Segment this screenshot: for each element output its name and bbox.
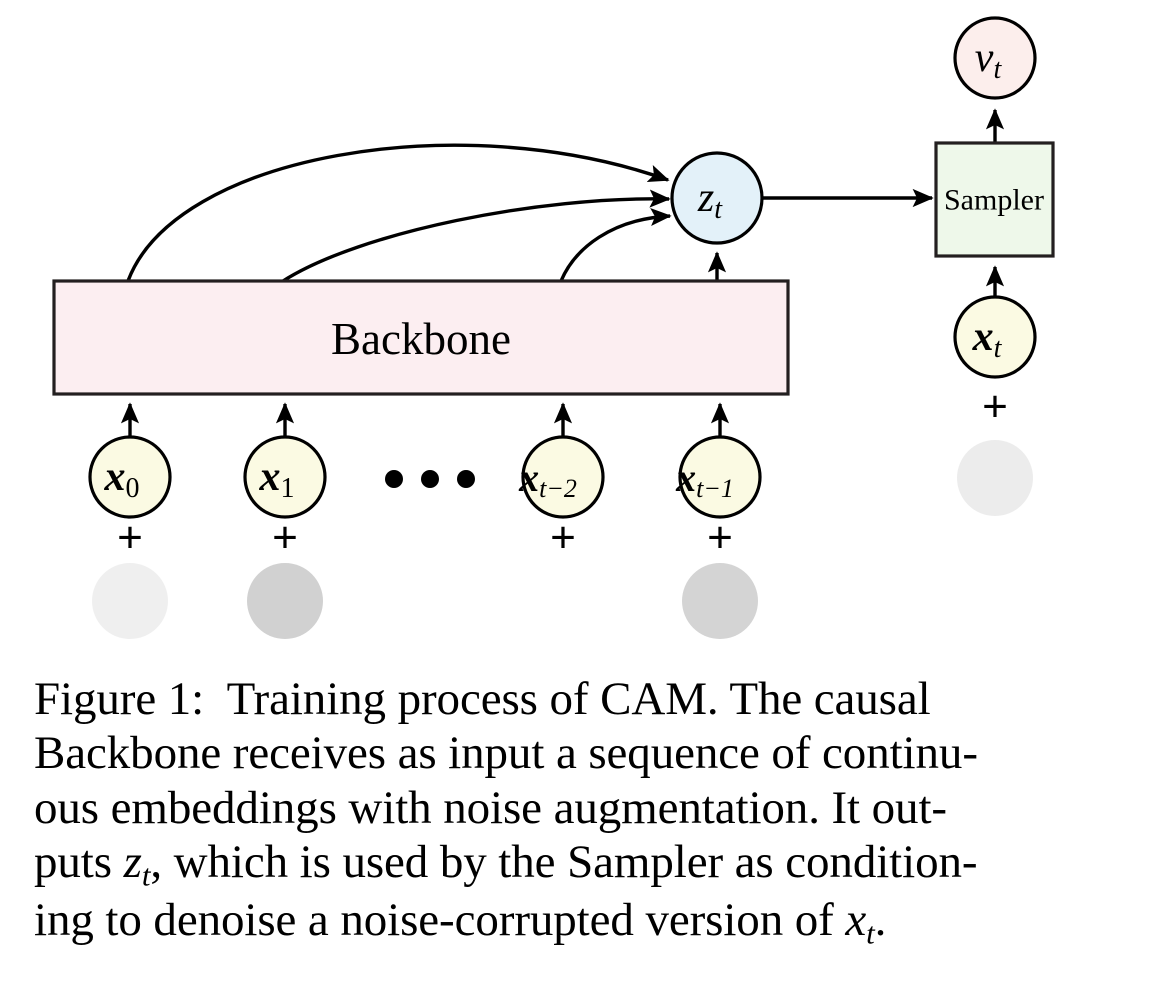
noise-blob-xt2	[525, 563, 601, 639]
plus-icon-x1: +	[272, 512, 298, 563]
sampler-label: Sampler	[944, 184, 1044, 217]
z-t-base: z	[697, 175, 714, 221]
node-sampler: Sampler	[934, 141, 1055, 258]
caption-line-3: ous embeddings with noise augmentation. …	[34, 781, 947, 834]
x-t-minus-2-base: x	[518, 455, 539, 500]
ellipsis-dot	[457, 470, 475, 488]
v-t-subscript: t	[993, 54, 1002, 85]
v-t-base: v	[975, 35, 994, 81]
x-0-base: x	[104, 454, 126, 500]
x-0-subscript: 0	[126, 473, 140, 504]
ellipsis-dot	[385, 470, 403, 488]
plus-icon-xt: +	[982, 381, 1008, 432]
plus-icon-xt2: +	[550, 512, 576, 563]
node-backbone: Backbone	[52, 279, 790, 396]
plus-icon-xt1: +	[707, 512, 733, 563]
caption-line-1: Figure 1: Training process of CAM. The c…	[34, 673, 931, 725]
node-z-t: zt	[670, 151, 764, 245]
node-x-0: x0	[88, 435, 172, 519]
noise-blob-xt	[957, 440, 1033, 516]
x-1-subscript: 1	[281, 473, 295, 504]
node-x-1: x1	[243, 435, 327, 519]
x-t-subscript: t	[994, 333, 1003, 364]
node-x-t-minus-1: xt−1	[675, 435, 762, 519]
edge-backbone-curve-2-to-zt	[282, 189, 671, 283]
node-x-t: xt	[953, 295, 1037, 379]
backbone-label: Backbone	[331, 314, 511, 364]
figure-1: Backbone Sampler vt zt xt x0 x1 xt−2 xt−…	[0, 0, 1176, 1008]
edge-backbone-curve-3-to-zt	[559, 207, 672, 282]
ellipsis-dot	[421, 470, 439, 488]
cam-training-diagram: Backbone Sampler vt zt xt x0 x1 xt−2 xt−…	[52, 16, 1055, 639]
noise-blob-x1	[247, 563, 323, 639]
x-t-minus-1-subscript: t−1	[696, 474, 734, 503]
node-x-t-minus-2: xt−2	[518, 435, 605, 519]
figure-caption: Figure 1: Training process of CAM. The c…	[34, 672, 1144, 952]
ellipsis-dots	[385, 470, 475, 488]
x-t-base: x	[972, 314, 994, 360]
caption-line-4: puts zt, which is used by the Sampler as…	[34, 835, 978, 893]
x-t-minus-2-subscript: t−2	[539, 474, 577, 503]
edge-backbone-curve-1-to-zt	[126, 143, 670, 282]
x-t-minus-1-base: x	[675, 455, 696, 500]
noise-blob-x0	[92, 563, 168, 639]
z-t-subscript: t	[714, 194, 723, 225]
caption-line-5: ing to denoise a noise-corrupted version…	[34, 894, 887, 951]
caption-line-2: Backbone receives as input a sequence of…	[34, 727, 978, 780]
node-v-t: vt	[953, 16, 1037, 100]
plus-icon-x0: +	[117, 512, 143, 563]
noise-blob-xt1	[682, 563, 758, 639]
x-1-base: x	[259, 454, 281, 500]
